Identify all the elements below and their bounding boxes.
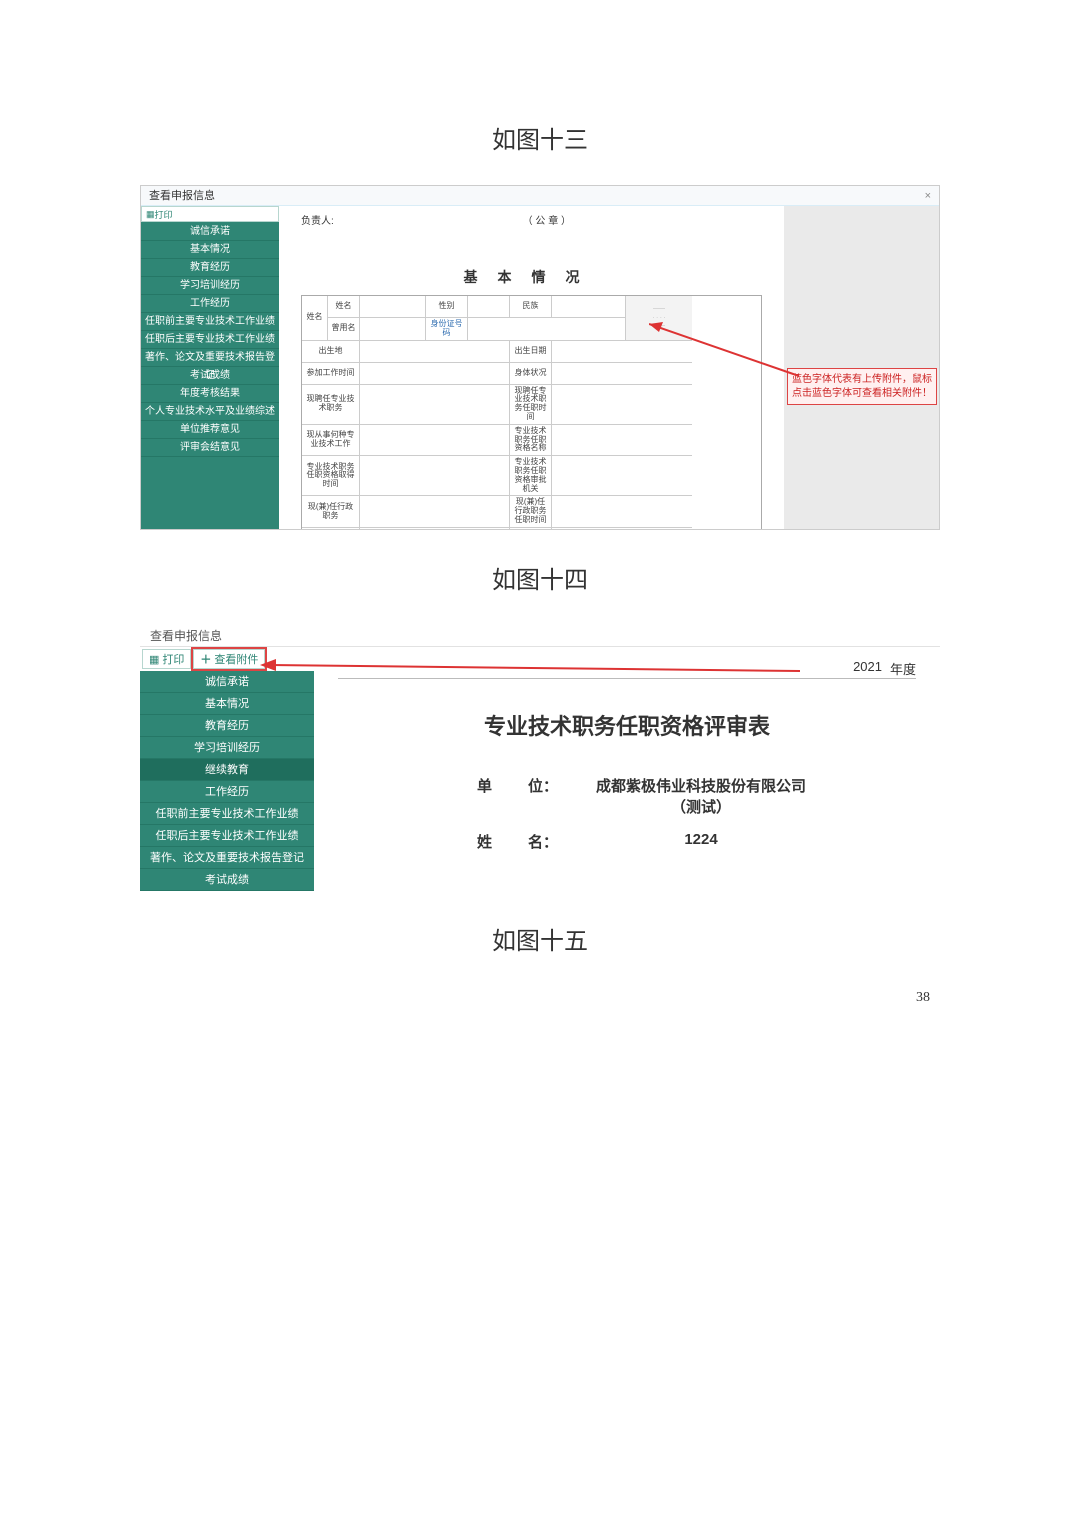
modal-title: 查看申报信息: [140, 625, 940, 647]
form-title: 专业技术职务任职资格评审表: [338, 709, 916, 741]
cell: [552, 496, 692, 527]
sidebar-item[interactable]: 任职后主要专业技术工作业绩: [140, 825, 314, 847]
close-icon[interactable]: ×: [925, 186, 931, 205]
caption-14: 如图十四: [140, 560, 940, 595]
unit-value: 成都紫极伟业科技股份有限公司（测试）: [586, 775, 816, 817]
plus-icon: ＋: [200, 651, 211, 667]
sidebar-item[interactable]: 继续教育: [140, 759, 314, 781]
unit-label: 单位：: [438, 775, 558, 817]
basic-info-grid: 姓名 姓名 性别 民族 ------· · · ·------ 曾用名 身份证号…: [301, 295, 762, 530]
sidebar-item[interactable]: 教育经历: [140, 715, 314, 737]
page-number: 38: [916, 990, 930, 1006]
cell-xm: 姓名: [302, 296, 328, 341]
sidebar-item[interactable]: 工作经历: [140, 781, 314, 803]
caption-15: 如图十五: [140, 921, 940, 956]
caption-13: 如图十三: [140, 120, 940, 155]
cell: [360, 456, 510, 496]
fzr-label: 负责人:: [301, 212, 334, 227]
cell: [552, 528, 692, 530]
cell: [552, 296, 626, 318]
cell: 现从事何种专业技术工作: [302, 425, 360, 456]
sidebar-item[interactable]: 单位推荐意见: [141, 421, 279, 439]
cell: [360, 341, 510, 363]
print-button[interactable]: ▦ 打印: [142, 649, 191, 669]
sidebar-item[interactable]: 著作、论文及重要技术报告登记: [140, 847, 314, 869]
cell: 专业技术职务任职资格取得时间: [302, 456, 360, 496]
grid-icon: ▦: [146, 209, 155, 220]
name-value: 1224: [586, 831, 816, 852]
sidebar-item[interactable]: 任职前主要专业技术工作业绩: [141, 313, 279, 331]
cell: [360, 318, 426, 341]
cell: 民族: [510, 296, 552, 318]
cell: 专业技术职务任职资格名称: [510, 425, 552, 456]
cell: [360, 385, 510, 425]
cell: 现聘任专业技术职务任职时间: [510, 385, 552, 425]
sidebar: ▦ 打印 ＋ 查看附件 诚信承诺基本情况教育经历学习培训经历继续教育工作经历任职…: [140, 647, 314, 891]
cell: 他人办室电话号: [510, 528, 552, 530]
main-panel: 2021 年度 专业技术职务任职资格评审表 单位： 成都紫极伟业科技股份有限公司…: [314, 647, 940, 891]
cell: [360, 296, 426, 318]
sidebar-item[interactable]: 评审会结意见: [141, 439, 279, 457]
link-cell[interactable]: 身份证号码: [426, 318, 468, 341]
main-panel: 负责人: （ 公 章 ） 基本情况 姓名 姓名 性别 民族 ------· · …: [279, 206, 784, 529]
tip-annotation: 蓝色字体代表有上传附件，鼠标点击蓝色字体可查看相关附件！: [787, 368, 937, 405]
cell: [468, 296, 510, 318]
cell: [552, 363, 692, 385]
year-suffix: 年度: [890, 659, 916, 678]
cell: 现办公室电话号: [302, 528, 360, 530]
sidebar-item[interactable]: 诚信承诺: [141, 223, 279, 241]
sidebar-item[interactable]: 工作经历: [141, 295, 279, 313]
cell: [360, 363, 510, 385]
print-button[interactable]: ▦ 打印: [141, 206, 279, 222]
cell: 参加工作时间: [302, 363, 360, 385]
cell: [552, 341, 692, 363]
cell: 出生地: [302, 341, 360, 363]
sidebar-item[interactable]: 学习培训经历: [141, 277, 279, 295]
cell: [552, 456, 692, 496]
grid-icon: ▦: [149, 653, 159, 666]
sidebar-item[interactable]: 考试成绩: [140, 869, 314, 891]
cell: 身体状况: [510, 363, 552, 385]
cell: 专业技术职务任职资格审批机关: [510, 456, 552, 496]
sidebar-item[interactable]: 基本情况: [141, 241, 279, 259]
cell: [552, 385, 692, 425]
cell: [552, 425, 692, 456]
cell: 现(兼)任行政职务任职时间: [510, 496, 552, 527]
cell: 现(兼)任行政职务: [302, 496, 360, 527]
sidebar: ▦ 打印 诚信承诺 基本情况 教育经历 学习培训经历 工作经历 任职前主要专业技…: [141, 206, 279, 529]
sidebar-item[interactable]: 基本情况: [140, 693, 314, 715]
sidebar-item[interactable]: 著作、论文及重要技术报告登记: [141, 349, 279, 367]
sidebar-item[interactable]: 教育经历: [141, 259, 279, 277]
cell: [468, 318, 626, 341]
section-title: 基本情况: [301, 267, 762, 287]
year-value: 2021: [853, 659, 882, 678]
sidebar-item[interactable]: 学习培训经历: [140, 737, 314, 759]
cell: 曾用名: [328, 318, 360, 341]
name-label: 姓名：: [438, 831, 558, 852]
photo-placeholder: ------· · · ·------: [626, 296, 692, 341]
cell: 现聘任专业技术职务: [302, 385, 360, 425]
sidebar-item[interactable]: 任职后主要专业技术工作业绩: [141, 331, 279, 349]
cell: 姓名: [328, 296, 360, 318]
figure-14: 查看申报信息 ▦ 打印 ＋ 查看附件 诚信承诺基本情况教育经历学习培训经历继续教…: [140, 625, 940, 891]
cell: [360, 496, 510, 527]
sidebar-item[interactable]: 任职前主要专业技术工作业绩: [140, 803, 314, 825]
cell: 性别: [426, 296, 468, 318]
view-attachment-button[interactable]: ＋ 查看附件: [193, 649, 265, 669]
stamp-label: （ 公 章 ）: [523, 212, 571, 227]
cell: 出生日期: [510, 341, 552, 363]
modal-title: 查看申报信息: [149, 186, 215, 205]
sidebar-item[interactable]: 个人专业技术水平及业绩综述: [141, 403, 279, 421]
sidebar-item[interactable]: 年度考核结果: [141, 385, 279, 403]
sidebar-item[interactable]: 诚信承诺: [140, 671, 314, 693]
cell: [360, 425, 510, 456]
sidebar-item[interactable]: 考试成绩: [141, 367, 279, 385]
figure-13: 查看申报信息 × ▦ 打印 诚信承诺 基本情况 教育经历 学习培训经历 工作经历…: [140, 185, 940, 530]
cell: [360, 528, 510, 530]
